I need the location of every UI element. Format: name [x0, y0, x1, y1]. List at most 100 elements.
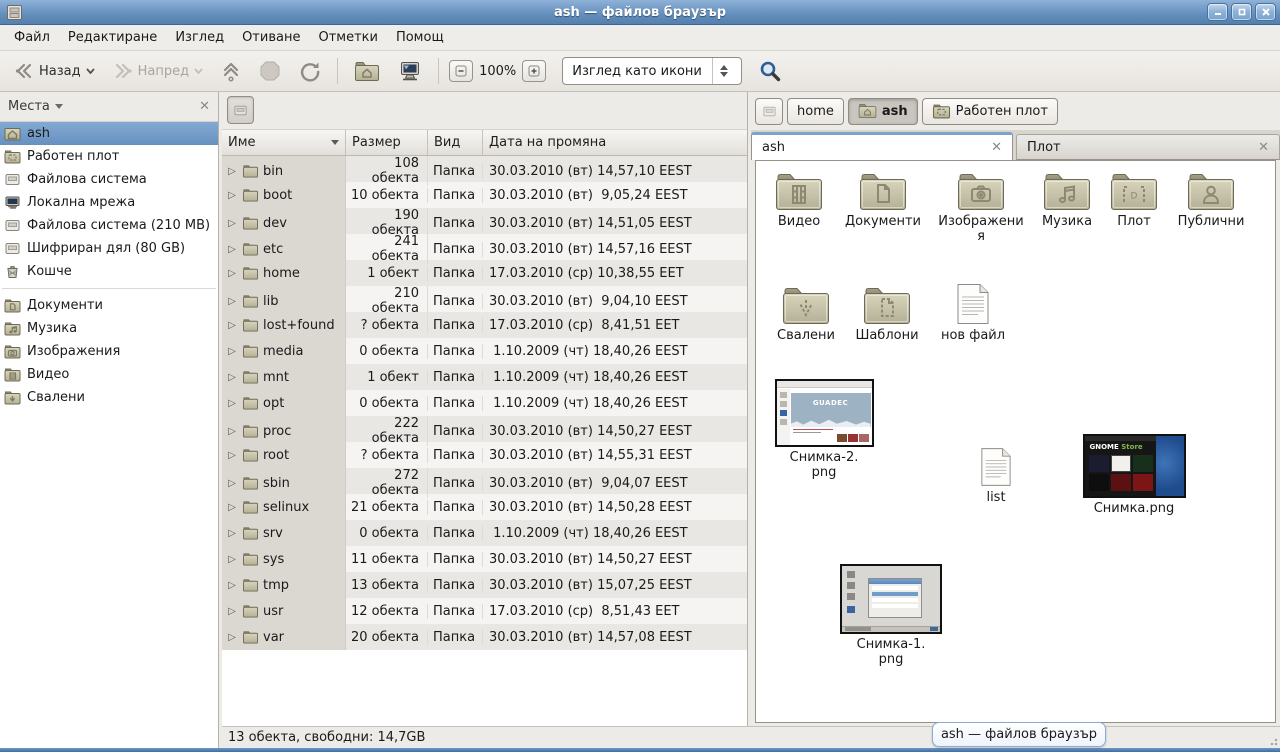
breadcrumb-desktop-button[interactable]: Работен плот [922, 98, 1058, 125]
table-row[interactable]: ▷ mnt 1 обект Папка 1.10.2009 (чт) 18,40… [222, 364, 747, 390]
column-header-size[interactable]: Размер [346, 130, 428, 155]
menu-help[interactable]: Помощ [388, 27, 452, 48]
table-row[interactable]: ▷ dev 190 обекта Папка 30.03.2010 (вт) 1… [222, 208, 747, 234]
table-row[interactable]: ▷ media 0 обекта Папка 1.10.2009 (чт) 18… [222, 338, 747, 364]
file-item-snimka2[interactable]: GUADEC Снимка-2.png [772, 379, 876, 480]
tab-close-icon[interactable]: ✕ [1258, 140, 1269, 155]
menu-file[interactable]: Файл [6, 27, 58, 48]
table-row[interactable]: ▷ etc 241 обекта Папка 30.03.2010 (вт) 1… [222, 234, 747, 260]
breadcrumb-home-button[interactable]: home [787, 98, 844, 125]
table-row[interactable]: ▷ root ? обекта Папка 30.03.2010 (вт) 14… [222, 442, 747, 468]
table-row[interactable]: ▷ selinux 21 обекта Папка 30.03.2010 (вт… [222, 494, 747, 520]
folder-item-pictures[interactable]: Изображения [936, 173, 1026, 244]
tab-ash[interactable]: ash ✕ [751, 132, 1013, 160]
table-row[interactable]: ▷ srv 0 обекта Папка 1.10.2009 (чт) 18,4… [222, 520, 747, 546]
table-row[interactable]: ▷ usr 12 обекта Папка 17.03.2010 (ср) 8,… [222, 598, 747, 624]
table-row[interactable]: ▷ boot 10 обекта Папка 30.03.2010 (вт) 9… [222, 182, 747, 208]
expander-icon[interactable]: ▷ [226, 346, 238, 357]
expander-icon[interactable]: ▷ [226, 580, 238, 591]
menu-edit[interactable]: Редактиране [60, 27, 165, 48]
expander-icon[interactable]: ▷ [226, 244, 238, 255]
stop-button[interactable] [253, 56, 287, 86]
up-button[interactable] [215, 56, 247, 86]
expander-icon[interactable]: ▷ [226, 426, 238, 437]
back-button[interactable]: Назад [8, 58, 101, 84]
forward-button[interactable]: Напред [107, 58, 209, 84]
table-row[interactable]: ▷ var 20 обекта Папка 30.03.2010 (вт) 14… [222, 624, 747, 650]
folder-item-templates[interactable]: Шаблони [848, 287, 926, 343]
tab-plot[interactable]: Плот ✕ [1016, 134, 1280, 160]
sidebar-item-filesystem[interactable]: Файлова система [0, 168, 218, 191]
table-row[interactable]: ▷ proc 222 обекта Папка 30.03.2010 (вт) … [222, 416, 747, 442]
table-row[interactable]: ▷ home 1 обект Папка 17.03.2010 (ср) 10,… [222, 260, 747, 286]
menu-view[interactable]: Изглед [167, 27, 232, 48]
expander-icon[interactable]: ▷ [226, 528, 238, 539]
places-header[interactable]: Места ✕ [0, 92, 218, 122]
close-button[interactable] [1255, 3, 1276, 21]
tab-close-icon[interactable]: ✕ [991, 140, 1002, 155]
sidebar-item-videos[interactable]: Видео [0, 363, 218, 386]
expander-icon[interactable]: ▷ [226, 320, 238, 331]
reload-button[interactable] [293, 56, 327, 86]
desktop-panel-edge[interactable] [0, 748, 1280, 752]
view-mode-select[interactable]: Изглед като икони [562, 57, 742, 85]
expander-icon[interactable]: ▷ [226, 450, 238, 461]
file-item-snimka1[interactable]: Снимка-1.png [838, 564, 944, 667]
minimize-button[interactable] [1207, 3, 1228, 21]
table-row[interactable]: ▷ lib 210 обекта Папка 30.03.2010 (вт) 9… [222, 286, 747, 312]
table-row[interactable]: ▷ bin 108 обекта Папка 30.03.2010 (вт) 1… [222, 156, 747, 182]
home-button[interactable] [348, 57, 386, 86]
sidebar-item-pictures[interactable]: Изображения [0, 340, 218, 363]
table-row[interactable]: ▷ tmp 13 обекта Папка 30.03.2010 (вт) 15… [222, 572, 747, 598]
icon-view-canvas[interactable]: Видео Документи Изображения [755, 160, 1276, 723]
column-header-name[interactable]: Име [222, 130, 346, 155]
expander-icon[interactable]: ▷ [226, 554, 238, 565]
expander-icon[interactable]: ▷ [226, 478, 238, 489]
expander-icon[interactable]: ▷ [226, 372, 238, 383]
file-item-new-file[interactable]: нов файл [936, 283, 1010, 343]
folder-item-public[interactable]: Публични [1169, 173, 1253, 229]
title-bar[interactable]: ash — файлов браузър [0, 0, 1280, 25]
zoom-out-button[interactable] [449, 60, 473, 82]
sidebar-item-documents[interactable]: Документи [0, 294, 218, 317]
folder-item-music[interactable]: Музика [1029, 173, 1105, 229]
column-header-type[interactable]: Вид [428, 130, 483, 155]
file-item-list[interactable]: list [961, 447, 1031, 505]
table-row[interactable]: ▷ lost+found ? обекта Папка 17.03.2010 (… [222, 312, 747, 338]
sidebar-item-home[interactable]: ash [0, 122, 218, 145]
expander-icon[interactable]: ▷ [226, 296, 238, 307]
sidebar-item-music[interactable]: Музика [0, 317, 218, 340]
folder-item-downloads[interactable]: Свалени [770, 287, 842, 343]
sidebar-close-icon[interactable]: ✕ [199, 99, 210, 114]
sidebar-item-downloads[interactable]: Свалени [0, 386, 218, 409]
expander-icon[interactable]: ▷ [226, 218, 238, 229]
breadcrumb-root-button[interactable] [755, 98, 783, 125]
maximize-button[interactable] [1231, 3, 1252, 21]
folder-item-documents[interactable]: Документи [839, 173, 927, 229]
folder-item-desktop[interactable]: D Плот [1103, 173, 1165, 229]
search-button[interactable] [752, 55, 788, 87]
sidebar-item-volume-210mb[interactable]: Файлова система (210 MB) [0, 214, 218, 237]
sidebar-item-trash[interactable]: Кошче [0, 260, 218, 283]
expander-icon[interactable]: ▷ [226, 606, 238, 617]
sidebar-item-desktop[interactable]: Работен плот [0, 145, 218, 168]
computer-button[interactable] [392, 56, 428, 86]
menu-bookmarks[interactable]: Отметки [310, 27, 385, 48]
breadcrumb-current-button[interactable]: ash [848, 98, 918, 125]
table-row[interactable]: ▷ sys 11 обекта Папка 30.03.2010 (вт) 14… [222, 546, 747, 572]
column-header-date[interactable]: Дата на промяна [483, 130, 747, 155]
zoom-in-button[interactable] [522, 60, 546, 82]
expander-icon[interactable]: ▷ [226, 398, 238, 409]
sidebar-item-encrypted-80gb[interactable]: Шифриран дял (80 GB) [0, 237, 218, 260]
file-item-snimka[interactable]: GNOME Store Снимка.png [1078, 434, 1190, 516]
expander-icon[interactable]: ▷ [226, 502, 238, 513]
folder-item-videos[interactable]: Видео [764, 173, 834, 229]
table-row[interactable]: ▷ sbin 272 обекта Папка 30.03.2010 (вт) … [222, 468, 747, 494]
expander-icon[interactable]: ▷ [226, 632, 238, 643]
expander-icon[interactable]: ▷ [226, 268, 238, 279]
table-row[interactable]: ▷ opt 0 обекта Папка 1.10.2009 (чт) 18,4… [222, 390, 747, 416]
expander-icon[interactable]: ▷ [226, 190, 238, 201]
sidebar-item-network[interactable]: Локална мрежа [0, 191, 218, 214]
expander-icon[interactable]: ▷ [226, 166, 238, 177]
resize-grip[interactable] [1266, 734, 1278, 746]
